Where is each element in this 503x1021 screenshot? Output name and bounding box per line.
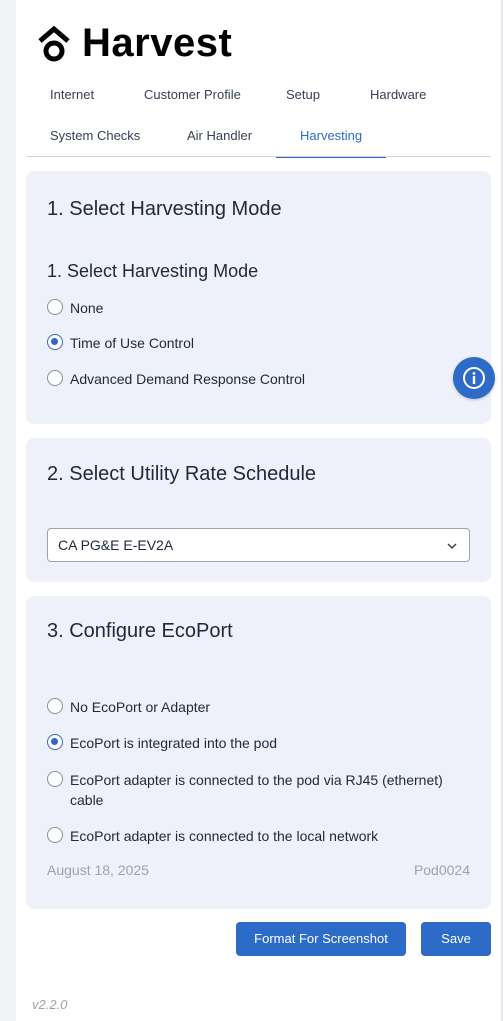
rate-schedule-select[interactable]: CA PG&E E-EV2A bbox=[47, 528, 470, 562]
chevron-down-icon bbox=[447, 543, 457, 550]
ecoport-card: 3. Configure EcoPort No EcoPort or Adapt… bbox=[26, 596, 491, 909]
tab-setup[interactable]: Setup bbox=[286, 81, 320, 109]
brand-logo: Harvest bbox=[34, 20, 232, 66]
ecoport-date: August 18, 2025 bbox=[47, 862, 149, 878]
app-page: Harvest Internet Customer Profile Setup … bbox=[16, 0, 501, 1021]
ecoport-option-label: EcoPort adapter is connected to the pod … bbox=[70, 772, 443, 808]
radio-ecoport-integrated[interactable] bbox=[47, 734, 63, 750]
format-for-screenshot-button[interactable]: Format For Screenshot bbox=[236, 922, 406, 956]
rate-schedule-value: CA PG&E E-EV2A bbox=[58, 537, 174, 553]
radio-time-of-use[interactable] bbox=[47, 334, 63, 350]
tab-system-checks[interactable]: System Checks bbox=[50, 122, 140, 150]
house-arrow-icon bbox=[38, 25, 70, 62]
mode-option-time-of-use[interactable]: Time of Use Control bbox=[47, 333, 194, 353]
ecoport-option-label: No EcoPort or Adapter bbox=[70, 699, 211, 715]
save-button[interactable]: Save bbox=[421, 922, 491, 956]
ecoport-option-rj45[interactable]: EcoPort adapter is connected to the pod … bbox=[47, 770, 457, 810]
mode-option-label: Time of Use Control bbox=[70, 335, 194, 351]
radio-advanced-demand[interactable] bbox=[47, 370, 63, 386]
brand-name: Harvest bbox=[82, 20, 233, 65]
ecoport-option-none[interactable]: No EcoPort or Adapter bbox=[47, 697, 210, 717]
ecoport-option-label: EcoPort adapter is connected to the loca… bbox=[70, 828, 379, 844]
tab-internet[interactable]: Internet bbox=[50, 81, 94, 109]
info-icon bbox=[463, 367, 485, 389]
tab-harvesting[interactable]: Harvesting bbox=[275, 122, 387, 158]
tab-air-handler[interactable]: Air Handler bbox=[187, 122, 252, 150]
tab-hardware[interactable]: Hardware bbox=[370, 81, 426, 109]
mode-option-advanced-demand[interactable]: Advanced Demand Response Control bbox=[47, 369, 305, 389]
app-version: v2.2.0 bbox=[32, 997, 68, 1012]
radio-ecoport-rj45[interactable] bbox=[47, 771, 63, 787]
tab-customer-profile[interactable]: Customer Profile bbox=[144, 81, 241, 109]
tab-divider bbox=[26, 156, 491, 157]
mode-option-label: None bbox=[70, 300, 104, 316]
mode-option-none[interactable]: None bbox=[47, 298, 103, 318]
tab-row-1: Internet Customer Profile Setup Hardware bbox=[16, 81, 491, 111]
radio-no-ecoport[interactable] bbox=[47, 698, 63, 714]
pod-id: Pod0024 bbox=[413, 862, 470, 878]
info-button[interactable] bbox=[453, 357, 495, 399]
ecoport-option-integrated[interactable]: EcoPort is integrated into the pod bbox=[47, 733, 277, 753]
radio-ecoport-local-network[interactable] bbox=[47, 827, 63, 843]
ecoport-option-local-network[interactable]: EcoPort adapter is connected to the loca… bbox=[47, 826, 378, 846]
rate-schedule-card: 2. Select Utility Rate Schedule CA PG&E … bbox=[26, 438, 491, 582]
harvesting-mode-card: 1. Select Harvesting Mode 1. Select Harv… bbox=[26, 171, 491, 424]
ecoport-option-label: EcoPort is integrated into the pod bbox=[70, 735, 278, 751]
tab-row-2: System Checks Air Handler Harvesting bbox=[16, 122, 491, 158]
radio-none[interactable] bbox=[47, 299, 63, 315]
ecoport-card-title: 3. Configure EcoPort bbox=[47, 620, 233, 642]
harvesting-mode-card-title: 1. Select Harvesting Mode bbox=[47, 198, 282, 220]
rate-schedule-card-title: 2. Select Utility Rate Schedule bbox=[47, 463, 317, 485]
harvesting-mode-section-title: 1. Select Harvesting Mode bbox=[47, 261, 259, 281]
mode-option-label: Advanced Demand Response Control bbox=[70, 371, 306, 387]
